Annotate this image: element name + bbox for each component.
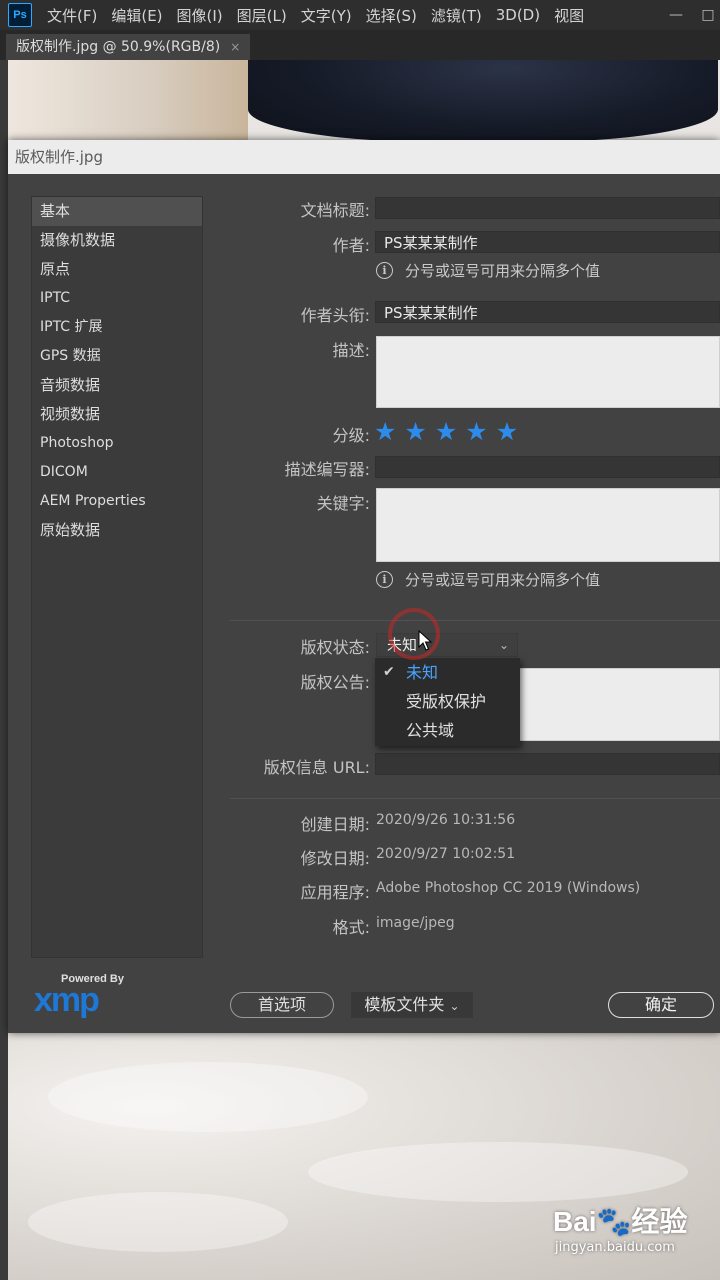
author-field[interactable]: PS某某某制作 (375, 231, 720, 253)
photoshop-logo-icon: Ps (8, 3, 32, 27)
dropdown-option-label: 受版权保护 (406, 692, 487, 711)
category-iptc-extension[interactable]: IPTC 扩展 (32, 313, 202, 342)
author-hint-text: 分号或逗号可用来分隔多个值 (405, 262, 601, 280)
category-aem-properties[interactable]: AEM Properties (32, 487, 202, 516)
document-tab[interactable]: 版权制作.jpg @ 50.9%(RGB/8) × (6, 34, 251, 60)
format-value: image/jpeg (376, 915, 455, 931)
keywords-hint-text: 分号或逗号可用来分隔多个值 (405, 571, 601, 589)
window-controls: — □ (656, 0, 720, 30)
category-origin[interactable]: 原点 (32, 255, 202, 284)
section-divider (230, 798, 720, 799)
watermark-main: Bai🐾经验 (553, 1206, 688, 1237)
preferences-button[interactable]: 首选项 (230, 992, 334, 1018)
copyright-url-field[interactable] (375, 753, 720, 775)
menu-layer[interactable]: 图层(L) (230, 5, 294, 26)
copyright-notice-label: 版权公告: (300, 673, 370, 692)
menu-edit[interactable]: 编辑(E) (104, 5, 169, 26)
menu-file[interactable]: 文件(F) (40, 5, 104, 26)
menu-filter[interactable]: 滤镜(T) (424, 5, 489, 26)
author-title-field[interactable]: PS某某某制作 (375, 301, 720, 323)
section-divider (230, 620, 720, 621)
category-camera-data[interactable]: 摄像机数据 (32, 226, 202, 255)
description-writer-field[interactable] (375, 456, 720, 478)
xmp-wordmark: xmp (34, 981, 100, 1019)
minimize-button[interactable]: — (664, 4, 688, 26)
copyright-status-dropdown: ✔ 未知 受版权保护 公共域 (375, 658, 520, 746)
rating-stars[interactable]: ★ ★ ★ ★ ★ (374, 419, 518, 445)
baidu-watermark: Bai🐾经验 jingyan.baidu.com (553, 1200, 713, 1270)
chevron-down-icon: ⌄ (498, 638, 509, 652)
keywords-label: 关键字: (316, 494, 370, 513)
created-date-label: 创建日期: (300, 815, 370, 834)
photo-background (8, 60, 248, 142)
copyright-status-label: 版权状态: (300, 638, 370, 657)
category-basic[interactable]: 基本 (32, 197, 202, 226)
application-value: Adobe Photoshop CC 2019 (Windows) (376, 880, 641, 896)
file-info-dialog: 版权制作.jpg 基本 摄像机数据 原点 IPTC IPTC 扩展 GPS 数据… (8, 140, 720, 1033)
menu-image[interactable]: 图像(I) (170, 5, 230, 26)
modified-date-value: 2020/9/27 10:02:51 (376, 846, 516, 862)
star-icon[interactable]: ★ (404, 419, 426, 445)
doc-title-label: 文档标题: (300, 201, 370, 220)
description-textarea[interactable] (376, 336, 720, 408)
category-raw-data[interactable]: 原始数据 (32, 516, 202, 545)
star-icon[interactable]: ★ (374, 419, 396, 445)
info-icon: i (376, 571, 393, 588)
modified-date-label: 修改日期: (300, 849, 370, 868)
template-folder-label: 模板文件夹 (364, 995, 445, 1014)
menu-select[interactable]: 选择(S) (359, 5, 424, 26)
menu-type[interactable]: 文字(Y) (294, 5, 359, 26)
menu-3d[interactable]: 3D(D) (489, 6, 547, 24)
category-gps-data[interactable]: GPS 数据 (32, 342, 202, 371)
mouse-cursor-icon (418, 630, 432, 651)
format-label: 格式: (332, 918, 370, 937)
click-indicator (388, 608, 440, 660)
maximize-button[interactable]: □ (696, 4, 720, 26)
close-tab-icon[interactable]: × (230, 34, 240, 60)
document-tab-bar: 版权制作.jpg @ 50.9%(RGB/8) × (0, 30, 720, 60)
author-label: 作者: (332, 236, 370, 255)
photo-hair (248, 60, 718, 142)
sheet-fold (28, 1192, 288, 1252)
doc-title-field[interactable] (375, 197, 720, 219)
xmp-logo: Powered By xmp (30, 973, 130, 1023)
keywords-textarea[interactable] (376, 488, 720, 562)
sheet-fold (48, 1062, 368, 1132)
menu-view[interactable]: 视图 (547, 5, 591, 26)
dialog-title: 版权制作.jpg (8, 140, 720, 174)
chevron-down-icon: ⌄ (449, 999, 460, 1013)
category-photoshop[interactable]: Photoshop (32, 429, 202, 458)
copyright-url-label: 版权信息 URL: (263, 758, 370, 777)
description-label: 描述: (332, 341, 370, 360)
dropdown-option-public-domain[interactable]: 公共域 (375, 716, 520, 745)
author-hint: i 分号或逗号可用来分隔多个值 (376, 260, 600, 281)
category-video-data[interactable]: 视频数据 (32, 400, 202, 429)
document-tab-title: 版权制作.jpg @ 50.9%(RGB/8) (16, 39, 221, 55)
created-date-value: 2020/9/26 10:31:56 (376, 812, 516, 828)
sheet-fold (308, 1142, 688, 1202)
template-folder-button[interactable]: 模板文件夹 ⌄ (351, 992, 473, 1018)
dropdown-option-copyrighted[interactable]: 受版权保护 (375, 687, 520, 716)
category-dicom[interactable]: DICOM (32, 458, 202, 487)
description-writer-label: 描述编写器: (284, 460, 370, 479)
checkmark-icon: ✔ (383, 664, 395, 680)
category-audio-data[interactable]: 音频数据 (32, 371, 202, 400)
star-icon[interactable]: ★ (496, 419, 518, 445)
ok-button[interactable]: 确定 (608, 992, 714, 1018)
dropdown-option-label: 公共域 (406, 721, 455, 740)
keywords-hint: i 分号或逗号可用来分隔多个值 (376, 569, 600, 590)
category-iptc[interactable]: IPTC (32, 284, 202, 313)
menu-bar: Ps 文件(F) 编辑(E) 图像(I) 图层(L) 文字(Y) 选择(S) 滤… (0, 0, 720, 30)
star-icon[interactable]: ★ (435, 419, 457, 445)
watermark-url: jingyan.baidu.com (555, 1240, 675, 1255)
info-icon: i (376, 262, 393, 279)
rating-label: 分级: (332, 426, 370, 445)
dropdown-option-label: 未知 (406, 663, 439, 682)
dropdown-option-unknown[interactable]: ✔ 未知 (375, 658, 520, 687)
star-icon[interactable]: ★ (465, 419, 487, 445)
category-list: 基本 摄像机数据 原点 IPTC IPTC 扩展 GPS 数据 音频数据 视频数… (31, 196, 203, 958)
author-title-label: 作者头衔: (300, 306, 370, 325)
application-label: 应用程序: (300, 883, 370, 902)
